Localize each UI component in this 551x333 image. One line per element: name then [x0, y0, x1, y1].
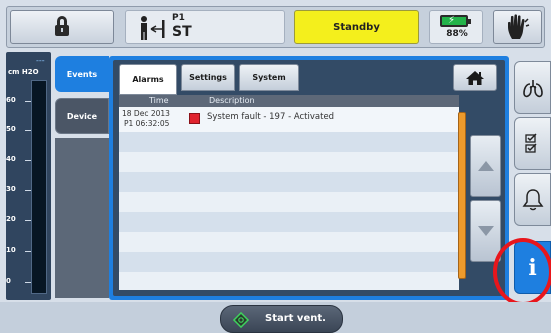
gauge-tick: 10 — [6, 246, 16, 254]
battery-indicator: ⚡ 88% — [429, 10, 483, 44]
patient-icon — [141, 16, 165, 40]
sidebar-filler — [55, 138, 109, 298]
main-panel-inner: Alarms Settings System Time Description — [113, 60, 505, 296]
start-ventilation-label: Start vent. — [265, 313, 326, 324]
start-ventilation-button[interactable]: Start vent. — [220, 305, 343, 333]
home-button[interactable] — [453, 64, 497, 91]
table-row-empty — [119, 232, 459, 252]
gauge-tick: 30 — [6, 185, 16, 193]
tab-label: Settings — [189, 73, 227, 82]
table-row[interactable]: 18 Dec 2013 P1 06:32:05 System fault - 1… — [119, 107, 459, 132]
triangle-up-icon — [477, 161, 494, 171]
bell-icon — [522, 188, 543, 210]
table-row-empty — [119, 132, 459, 152]
alarm-list[interactable]: 18 Dec 2013 P1 06:32:05 System fault - 1… — [119, 107, 459, 290]
alarms-button[interactable] — [514, 173, 551, 226]
checklist-icon — [524, 132, 537, 153]
gauge-tick: 50 — [6, 125, 16, 133]
info-button[interactable]: i — [514, 241, 551, 294]
top-status-bar: P1 ST Standby ⚡ 88% — [6, 6, 545, 48]
status-indicator: Standby — [294, 10, 419, 44]
table-row-empty — [119, 152, 459, 172]
patient-indicator[interactable]: P1 ST — [125, 10, 285, 44]
main-panel: Alarms Settings System Time Description — [109, 56, 509, 300]
gauge-tick-mark — [25, 130, 31, 131]
scroll-up-button[interactable] — [470, 135, 501, 197]
sidebar-item-label: Events — [66, 69, 98, 79]
table-row-empty — [119, 192, 459, 212]
lock-button[interactable] — [10, 10, 114, 44]
gauge-tick-mark — [25, 101, 31, 102]
sidebar-item-device[interactable]: Device — [55, 98, 109, 134]
lungs-icon — [522, 79, 543, 97]
gauge-tick-mark — [25, 251, 31, 252]
tab-label: System — [252, 73, 286, 82]
gauge-tick: 60 — [6, 96, 16, 104]
table-row-empty — [119, 172, 459, 192]
table-row-empty — [119, 252, 459, 272]
gauge-tick: 0 — [6, 277, 11, 285]
gauge-tick-mark — [25, 220, 31, 221]
tab-system[interactable]: System — [239, 64, 299, 91]
scroll-down-button[interactable] — [470, 200, 501, 262]
triangle-down-icon — [477, 226, 494, 236]
start-icon — [233, 312, 249, 328]
battery-percent: 88% — [446, 29, 468, 39]
row-date: 18 Dec 2013 — [122, 109, 170, 118]
pressure-gauge: --- cm H2O 60 50 40 30 20 10 0 — [6, 52, 51, 300]
battery-icon: ⚡ — [440, 15, 468, 27]
ventilation-settings-button[interactable] — [514, 61, 551, 114]
gauge-tick-mark — [25, 160, 31, 161]
home-icon — [466, 70, 484, 85]
alarm-silence-button[interactable] — [493, 10, 542, 44]
row-description: System fault - 197 - Activated — [207, 112, 335, 122]
alarm-severity-icon — [189, 113, 200, 124]
checklist-button[interactable] — [514, 117, 551, 170]
column-header-time: Time — [149, 96, 169, 105]
table-row-empty — [119, 272, 459, 292]
status-label: Standby — [333, 21, 380, 33]
info-icon: i — [528, 254, 537, 281]
gauge-tick: 40 — [6, 155, 16, 163]
sidebar-item-events[interactable]: Events — [55, 56, 109, 92]
gauge-tick: 20 — [6, 215, 16, 223]
lock-icon — [55, 15, 69, 36]
patient-mode: ST — [172, 24, 192, 40]
alarm-list-header: Time Description — [119, 95, 459, 107]
row-time: P1 06:32:05 — [124, 119, 170, 128]
gauge-tick-mark — [25, 282, 31, 283]
gauge-tick-mark — [25, 190, 31, 191]
gauge-unit: cm H2O — [8, 68, 39, 76]
gauge-bar — [31, 80, 47, 294]
gauge-marker: --- — [36, 56, 45, 65]
column-header-description: Description — [209, 96, 255, 105]
scroll-position-indicator — [458, 112, 466, 279]
ventilator-screen: P1 ST Standby ⚡ 88% --- cm H2O 60 50 40 … — [0, 0, 551, 333]
sidebar-item-label: Device — [66, 111, 98, 121]
patient-id: P1 — [172, 13, 185, 23]
tab-label: Alarms — [132, 75, 164, 84]
hand-icon — [507, 14, 529, 39]
tab-alarms[interactable]: Alarms — [119, 64, 177, 95]
tab-settings[interactable]: Settings — [181, 64, 235, 91]
table-row-empty — [119, 212, 459, 232]
